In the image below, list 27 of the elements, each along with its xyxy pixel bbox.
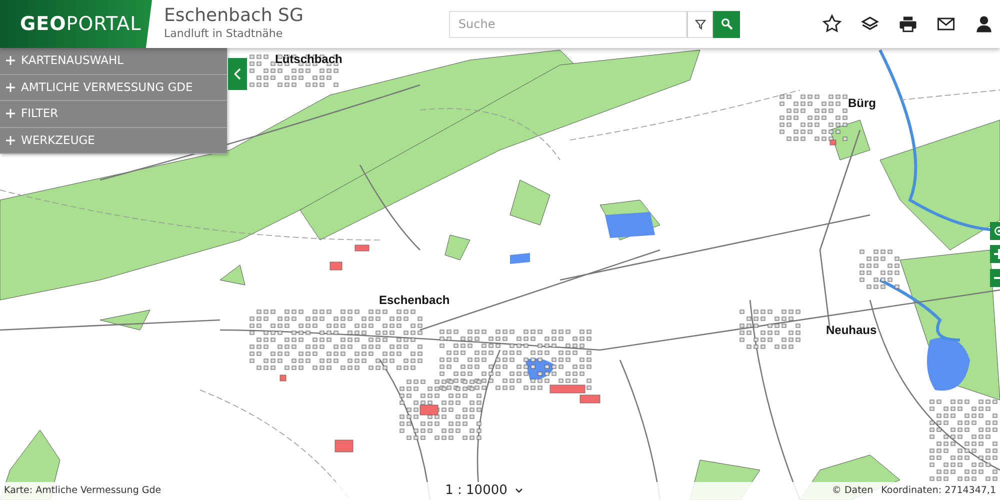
search-button[interactable] bbox=[713, 10, 740, 38]
filter-icon bbox=[694, 18, 706, 30]
filter-button[interactable] bbox=[687, 10, 714, 38]
caret-icon bbox=[515, 488, 524, 494]
place-label: Eschenbach bbox=[379, 294, 450, 306]
map-name: Karte: Amtliche Vermessung Gde bbox=[3, 484, 162, 498]
place-label: Neuhaus bbox=[826, 324, 877, 336]
copyright: © Daten bbox=[832, 484, 874, 498]
collapse-button[interactable] bbox=[228, 58, 247, 90]
accordion-header[interactable]: KARTENAUSWAHL bbox=[0, 48, 227, 74]
search-icon bbox=[720, 18, 733, 30]
search-field[interactable]: Suche bbox=[449, 10, 688, 38]
star-icon bbox=[821, 13, 843, 35]
plus-icon bbox=[6, 136, 15, 145]
accordion-header[interactable]: WERKZEUGE bbox=[0, 128, 227, 154]
place-label: Lütschbach bbox=[275, 53, 342, 65]
plus-icon bbox=[6, 109, 15, 118]
place-label: Bürg bbox=[848, 97, 876, 109]
accordion-header[interactable]: FILTER bbox=[0, 101, 227, 128]
coordinates: Koordinaten: 2714347,1 bbox=[881, 484, 997, 498]
plus-icon bbox=[6, 56, 15, 66]
site-title: Eschenbach SG bbox=[164, 6, 304, 26]
plus-icon bbox=[6, 82, 15, 92]
chevron-icon bbox=[234, 68, 242, 80]
logo[interactable]: GEOPORTAL bbox=[0, 0, 152, 48]
accordion-header[interactable]: AMTLICHE VERMESSUNG GDE bbox=[0, 74, 227, 101]
site-subtitle: Landluft in Stadtnähe bbox=[164, 26, 284, 42]
